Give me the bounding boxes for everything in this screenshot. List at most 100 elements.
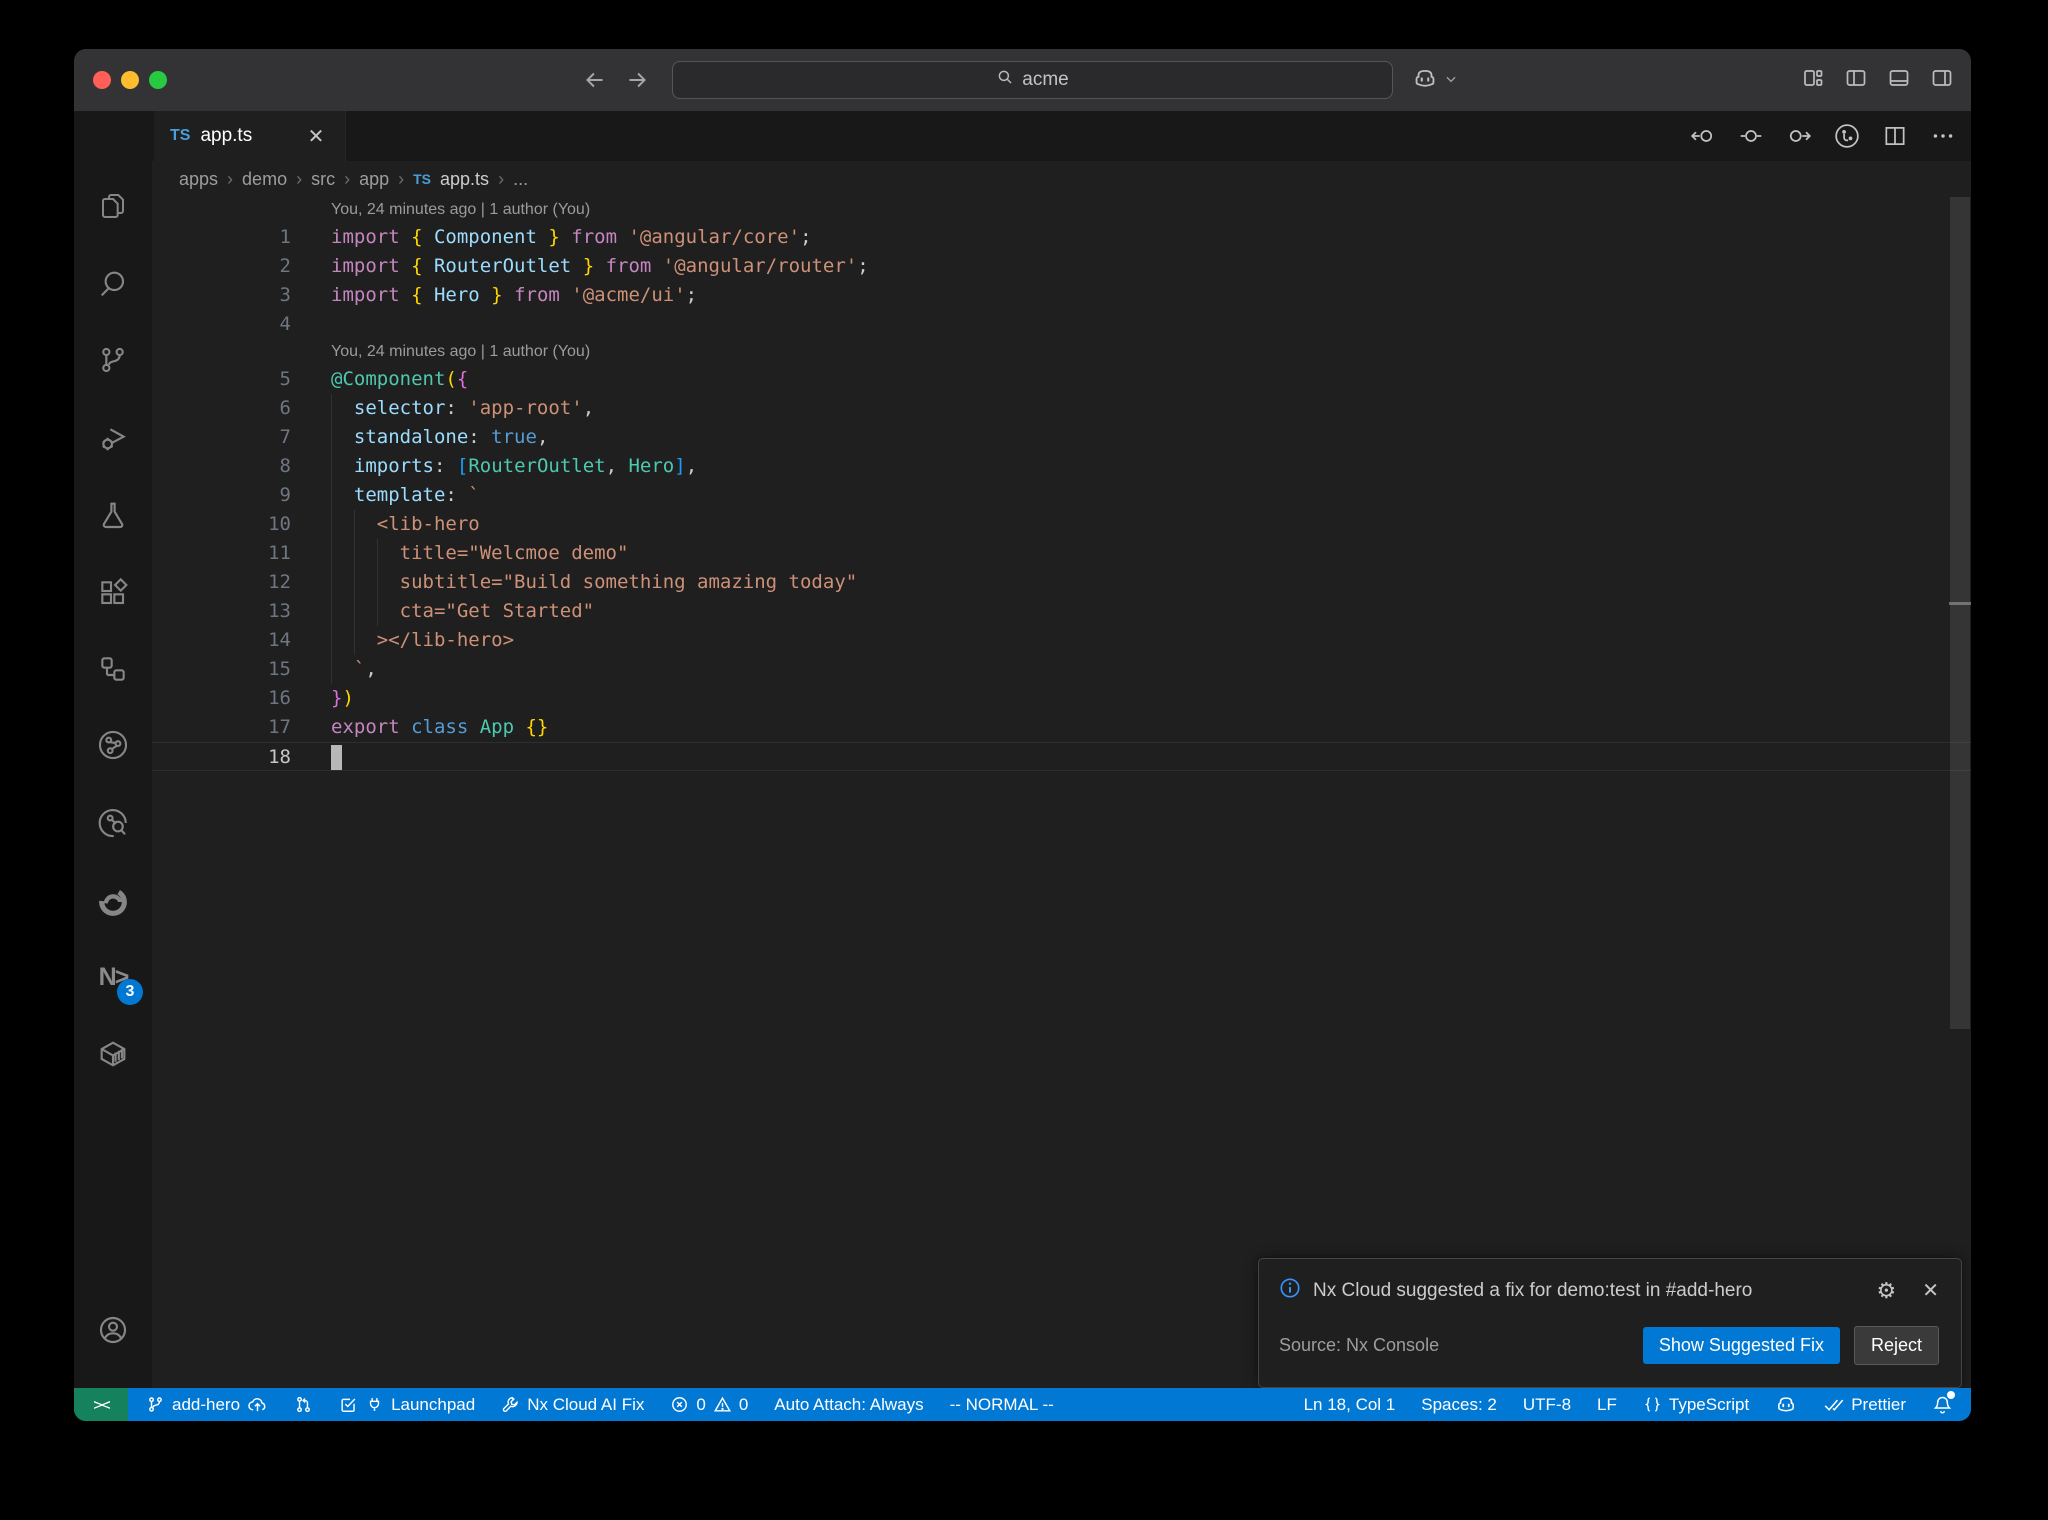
code-line[interactable]: 17 export class App {} <box>152 713 1971 742</box>
toggle-secondary-sidebar-icon[interactable] <box>1930 66 1954 90</box>
line-number[interactable]: 11 <box>152 539 291 568</box>
line-number[interactable]: 5 <box>152 365 291 394</box>
auto-attach-status[interactable]: Auto Attach: Always <box>774 1395 923 1415</box>
reject-button[interactable]: Reject <box>1853 1326 1939 1365</box>
code-line[interactable]: 2 import { RouterOutlet } from '@angular/… <box>152 252 1971 281</box>
line-number[interactable]: 4 <box>152 310 291 339</box>
code-line[interactable]: 10 <lib-hero <box>152 510 1971 539</box>
command-center-search[interactable]: acme <box>672 61 1393 99</box>
vim-mode-status[interactable]: -- NORMAL -- <box>950 1395 1054 1415</box>
line-number[interactable]: 17 <box>152 713 291 742</box>
code-line[interactable]: 7 standalone: true, <box>152 423 1971 452</box>
code-text[interactable]: ></lib-hero> <box>291 626 1971 655</box>
breadcrumb-item-apps[interactable]: apps <box>179 169 218 190</box>
nx-console-icon[interactable]: N> 3 <box>89 953 143 1005</box>
code-line[interactable]: 15 `, <box>152 655 1971 684</box>
testing-icon[interactable] <box>89 491 137 539</box>
launchpad-status[interactable]: Launchpad <box>339 1395 475 1415</box>
code-text[interactable]: @Component({ <box>291 365 1971 394</box>
next-change-icon[interactable] <box>1785 122 1813 150</box>
code-line[interactable]: 13 cta="Get Started" <box>152 597 1971 626</box>
line-number[interactable]: 12 <box>152 568 291 597</box>
remote-indicator[interactable]: >< <box>74 1388 128 1421</box>
zoom-window-button[interactable] <box>149 71 167 89</box>
git-branch-status[interactable]: add-hero <box>146 1394 268 1415</box>
code-line[interactable]: 16}) <box>152 684 1971 713</box>
line-number[interactable]: 7 <box>152 423 291 452</box>
code-lens[interactable]: You, 24 minutes ago | 1 author (You) <box>152 339 1971 365</box>
scrollbar-thumb[interactable] <box>1950 197 1970 1029</box>
pipeline-graph-icon[interactable] <box>89 721 137 769</box>
nx-run-target-icon[interactable] <box>1833 122 1861 150</box>
nx-cloud-ai-fix-status[interactable]: Nx Cloud AI Fix <box>501 1395 644 1415</box>
breadcrumb-item-symbol[interactable]: ... <box>513 169 528 190</box>
copilot-status-icon[interactable] <box>1775 1394 1797 1416</box>
line-number[interactable]: 16 <box>152 684 291 713</box>
notification-close-icon[interactable]: ✕ <box>1922 1278 1939 1303</box>
indentation-status[interactable]: Spaces: 2 <box>1421 1395 1497 1415</box>
code-line[interactable]: 9 template: ` <box>152 481 1971 510</box>
show-suggested-fix-button[interactable]: Show Suggested Fix <box>1642 1327 1840 1364</box>
line-number[interactable]: 10 <box>152 510 291 539</box>
code-lens-text[interactable]: You, 24 minutes ago | 1 author (You) <box>152 197 590 223</box>
toggle-panel-icon[interactable] <box>1887 66 1911 90</box>
code-text[interactable]: import { Hero } from '@acme/ui'; <box>291 281 1971 310</box>
git-compare-status[interactable] <box>294 1395 313 1414</box>
code-lens[interactable]: You, 24 minutes ago | 1 author (You) <box>152 197 1971 223</box>
close-window-button[interactable] <box>93 71 111 89</box>
encoding-status[interactable]: UTF-8 <box>1523 1395 1571 1415</box>
containers-icon[interactable] <box>89 1030 137 1078</box>
code-line[interactable]: 12 subtitle="Build something amazing tod… <box>152 568 1971 597</box>
customize-layout-icon[interactable] <box>1801 66 1825 90</box>
line-number[interactable]: 18 <box>152 743 291 770</box>
line-number[interactable]: 15 <box>152 655 291 684</box>
explorer-icon[interactable] <box>89 183 137 231</box>
edge-browser-icon[interactable] <box>89 878 137 926</box>
code-text[interactable]: export class App {} <box>291 713 1971 742</box>
previous-change-icon[interactable] <box>1689 122 1717 150</box>
code-text[interactable]: imports: [RouterOutlet, Hero], <box>291 452 1971 481</box>
breadcrumb-item-file[interactable]: app.ts <box>440 169 489 190</box>
tab-app-ts[interactable]: TS app.ts ✕ <box>154 111 346 161</box>
code-text[interactable]: selector: 'app-root', <box>291 394 1971 423</box>
source-control-icon[interactable] <box>89 336 137 384</box>
editor-scrollbar[interactable] <box>1949 197 1971 1388</box>
code-editor[interactable]: You, 24 minutes ago | 1 author (You) 1 imp… <box>152 197 1971 1388</box>
language-mode-status[interactable]: TypeScript <box>1643 1395 1749 1415</box>
extensions-icon[interactable] <box>89 569 137 617</box>
accounts-icon[interactable] <box>89 1306 137 1354</box>
navigate-forward-icon[interactable] <box>622 65 652 95</box>
navigate-back-icon[interactable] <box>580 65 610 95</box>
code-line[interactable]: 18 <box>152 742 1971 771</box>
notifications-bell-icon[interactable] <box>1932 1391 1955 1415</box>
code-text[interactable]: `, <box>291 655 1971 684</box>
run-and-debug-icon[interactable] <box>89 414 137 462</box>
eol-status[interactable]: LF <box>1597 1395 1617 1415</box>
code-text[interactable]: import { RouterOutlet } from '@angular/r… <box>291 252 1971 281</box>
line-number[interactable]: 2 <box>152 252 291 281</box>
problems-status[interactable]: 0 0 <box>670 1395 748 1415</box>
search-view-icon[interactable] <box>89 260 137 308</box>
code-text[interactable] <box>291 743 1971 770</box>
code-line[interactable]: 14 ></lib-hero> <box>152 626 1971 655</box>
code-line[interactable]: 3 import { Hero } from '@acme/ui'; <box>152 281 1971 310</box>
toggle-primary-sidebar-icon[interactable] <box>1844 66 1868 90</box>
code-line[interactable]: 8 imports: [RouterOutlet, Hero], <box>152 452 1971 481</box>
breadcrumb-item-demo[interactable]: demo <box>242 169 287 190</box>
line-number[interactable]: 1 <box>152 223 291 252</box>
line-number[interactable]: 14 <box>152 626 291 655</box>
code-line[interactable]: 4 <box>152 310 1971 339</box>
code-text[interactable]: title="Welcmoe demo" <box>291 539 1971 568</box>
code-line[interactable]: 5 @Component({ <box>152 365 1971 394</box>
code-text[interactable]: standalone: true, <box>291 423 1971 452</box>
line-number[interactable]: 3 <box>152 281 291 310</box>
code-line[interactable]: 11 title="Welcmoe demo" <box>152 539 1971 568</box>
line-number[interactable]: 13 <box>152 597 291 626</box>
code-text[interactable]: subtitle="Build something amazing today" <box>291 568 1971 597</box>
copilot-menu[interactable] <box>1412 66 1458 97</box>
code-line[interactable]: 6 selector: 'app-root', <box>152 394 1971 423</box>
line-number[interactable]: 6 <box>152 394 291 423</box>
open-changes-icon[interactable] <box>1737 122 1765 150</box>
code-text[interactable]: <lib-hero <box>291 510 1971 539</box>
notification-settings-gear-icon[interactable]: ⚙ <box>1877 1279 1897 1302</box>
